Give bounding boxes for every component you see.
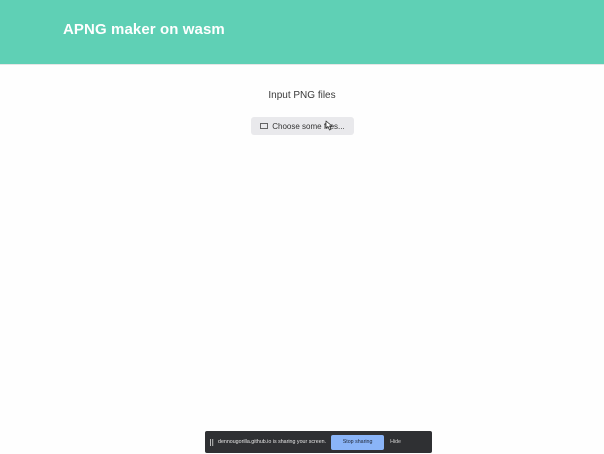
choose-files-button[interactable]: Choose some files... bbox=[251, 117, 354, 135]
sharing-message: dennougorilla.github.io is sharing your … bbox=[218, 439, 327, 445]
input-label: Input PNG files bbox=[268, 90, 336, 101]
app-header: APNG maker on wasm bbox=[0, 0, 604, 65]
page: APNG maker on wasm Input PNG files Choos… bbox=[0, 0, 604, 454]
hide-button[interactable]: Hide bbox=[390, 439, 401, 445]
screen-sharing-bar: dennougorilla.github.io is sharing your … bbox=[205, 431, 432, 453]
stop-sharing-button[interactable]: Stop sharing bbox=[331, 434, 385, 450]
file-icon bbox=[260, 123, 269, 129]
drag-handle-icon[interactable] bbox=[210, 438, 214, 446]
page-title: APNG maker on wasm bbox=[63, 21, 225, 38]
pointer-cursor-icon bbox=[325, 120, 333, 131]
